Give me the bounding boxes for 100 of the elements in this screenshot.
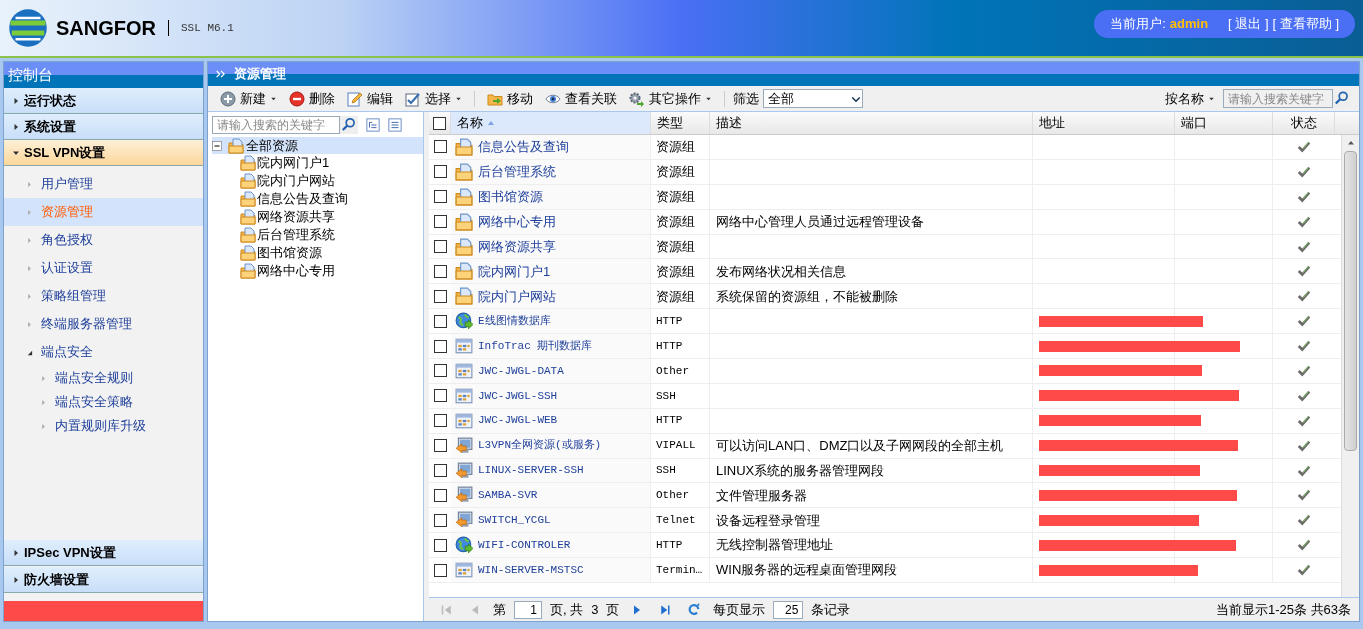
tree-node[interactable]: 网络中心专用 bbox=[240, 262, 423, 280]
row-checkbox[interactable] bbox=[433, 215, 447, 229]
checkbox-icon bbox=[405, 90, 421, 107]
tree-node[interactable]: 院内门户网站 bbox=[240, 172, 423, 190]
sidebar-item[interactable]: 角色授权 bbox=[4, 226, 203, 254]
caret-right-icon bbox=[26, 236, 33, 244]
row-checkbox[interactable] bbox=[433, 264, 447, 278]
row-checkbox[interactable] bbox=[433, 364, 447, 378]
row-checkbox[interactable] bbox=[433, 314, 447, 328]
filter-label: 筛选 bbox=[733, 89, 759, 108]
caret-right-icon bbox=[40, 422, 47, 430]
column-header[interactable]: 描述 bbox=[710, 112, 1033, 134]
folder-icon bbox=[455, 137, 473, 156]
column-header[interactable]: 端口 bbox=[1175, 112, 1273, 134]
folder-icon bbox=[455, 237, 473, 256]
scrollbar[interactable] bbox=[1341, 135, 1359, 597]
toolbar-button[interactable]: 其它操作 bbox=[625, 87, 716, 110]
row-checkbox[interactable] bbox=[433, 488, 447, 502]
toolbar-button[interactable]: 新建 bbox=[216, 87, 281, 110]
header-link[interactable]: [ 查看帮助 ] bbox=[1272, 14, 1339, 34]
sidebar-section[interactable]: 防火墙设置 bbox=[4, 567, 203, 593]
tree-node[interactable]: 信息公告及查询 bbox=[240, 190, 423, 208]
table-cell: 资源组 bbox=[651, 259, 710, 284]
tree-node[interactable]: 图书馆资源 bbox=[240, 244, 423, 262]
table-cell-text: LINUX系统的服务器管理网段 bbox=[716, 461, 885, 480]
table-cell: HTTP bbox=[651, 309, 710, 334]
username: admin bbox=[1169, 15, 1209, 34]
search-input[interactable]: 请输入搜索关键字 bbox=[1223, 89, 1333, 108]
row-checkbox[interactable] bbox=[433, 464, 447, 477]
tree-node[interactable]: 全部资源 bbox=[212, 137, 423, 154]
row-checkbox[interactable] bbox=[433, 439, 447, 453]
tree-node[interactable]: 网络资源共享 bbox=[240, 208, 423, 226]
row-checkbox[interactable] bbox=[433, 140, 447, 154]
row-checkbox[interactable] bbox=[433, 538, 447, 552]
search-field-menu[interactable]: 按名称 bbox=[1161, 88, 1219, 109]
row-checkbox[interactable] bbox=[433, 240, 447, 253]
sidebar-section[interactable]: 运行状态 bbox=[4, 88, 203, 114]
pencil-icon bbox=[347, 90, 363, 107]
sidebar-item[interactable]: 用户管理 bbox=[4, 170, 203, 198]
table-cell: HTTP bbox=[651, 334, 710, 358]
sidebar-section[interactable]: 系统设置 bbox=[4, 114, 203, 140]
table-cell-text: 发布网络状况相关信息 bbox=[716, 262, 846, 281]
caret-right-icon bbox=[12, 575, 20, 584]
sidebar-section[interactable]: SSL VPN设置 bbox=[4, 140, 203, 166]
column-header[interactable]: 名称 bbox=[451, 112, 651, 134]
tree-search-input[interactable]: 请输入搜索的关键字 bbox=[212, 116, 340, 134]
page-input[interactable]: 1 bbox=[514, 600, 542, 619]
table-cell-text: 网络中心管理人员通过远程管理设备 bbox=[716, 212, 924, 231]
column-header[interactable]: 类型 bbox=[651, 112, 710, 134]
sidebar-item[interactable]: 终端服务器管理 bbox=[4, 310, 203, 338]
folder-icon bbox=[455, 212, 473, 231]
toolbar-button[interactable]: 删除 bbox=[285, 87, 339, 110]
row-checkbox[interactable] bbox=[433, 563, 447, 577]
sidebar-item[interactable]: 策略组管理 bbox=[4, 282, 203, 310]
table-cell: 资源组 bbox=[651, 209, 710, 234]
table-cell: SSH bbox=[651, 383, 710, 408]
panel-title: 资源管理 bbox=[208, 62, 1359, 86]
folder-icon bbox=[240, 173, 256, 189]
table-cell: 资源组 bbox=[651, 234, 710, 259]
row-checkbox[interactable] bbox=[433, 389, 447, 403]
tree-node[interactable]: 院内网门户1 bbox=[240, 154, 423, 172]
table-cell: 资源组 bbox=[651, 159, 710, 184]
tree-node[interactable]: 后台管理系统 bbox=[240, 226, 423, 244]
sidebar-item[interactable]: 端点安全 bbox=[4, 338, 203, 366]
toolbar-button[interactable]: 选择 bbox=[401, 87, 466, 110]
monitor-icon bbox=[455, 486, 473, 505]
row-checkbox[interactable] bbox=[433, 339, 447, 353]
sidebar-item[interactable]: 认证设置 bbox=[4, 254, 203, 282]
row-checkbox[interactable] bbox=[433, 289, 447, 303]
sidebar-item[interactable]: 端点安全规则 bbox=[4, 366, 203, 390]
monitor-icon bbox=[455, 436, 473, 455]
row-checkbox[interactable] bbox=[433, 190, 447, 204]
sidebar-section[interactable]: IPSec VPN设置 bbox=[4, 540, 203, 566]
header-link[interactable]: [ 退出 ] bbox=[1228, 14, 1269, 34]
sidebar-item[interactable]: 端点安全策略 bbox=[4, 390, 203, 414]
row-checkbox[interactable] bbox=[433, 165, 447, 179]
select-all-checkbox[interactable] bbox=[433, 116, 446, 130]
sidebar-title: 控制台 bbox=[4, 62, 203, 88]
row-checkbox[interactable] bbox=[433, 513, 447, 527]
grid-window-icon bbox=[455, 561, 473, 580]
caret-right-icon bbox=[26, 264, 33, 272]
pager-label: 每页显示 bbox=[713, 600, 766, 619]
sidebar-item[interactable]: 内置规则库升级 bbox=[4, 414, 203, 438]
table-cell: Telnet bbox=[651, 508, 710, 533]
column-header[interactable]: 地址 bbox=[1033, 112, 1175, 134]
pager-label: 页 bbox=[606, 600, 620, 619]
caret-right-icon bbox=[26, 180, 33, 188]
table-cell-text: 可以访问LAN口、DMZ口以及子网网段的全部主机 bbox=[716, 436, 1004, 455]
filter-select[interactable]: 全部 bbox=[763, 89, 863, 108]
grid-window-icon bbox=[455, 386, 473, 405]
row-checkbox[interactable] bbox=[433, 414, 447, 428]
version-label: SSL M6.1 bbox=[181, 20, 234, 36]
toolbar-button[interactable]: 查看关联 bbox=[541, 87, 621, 110]
page-size-input[interactable]: 25 bbox=[773, 600, 804, 619]
user-label: 当前用户: bbox=[1110, 15, 1166, 34]
toolbar-button[interactable]: 移动 bbox=[483, 87, 537, 110]
list-icon bbox=[388, 118, 402, 132]
toolbar-button[interactable]: 编辑 bbox=[343, 87, 397, 110]
column-header[interactable]: 状态 bbox=[1273, 112, 1335, 134]
caret-right-icon bbox=[12, 96, 20, 105]
